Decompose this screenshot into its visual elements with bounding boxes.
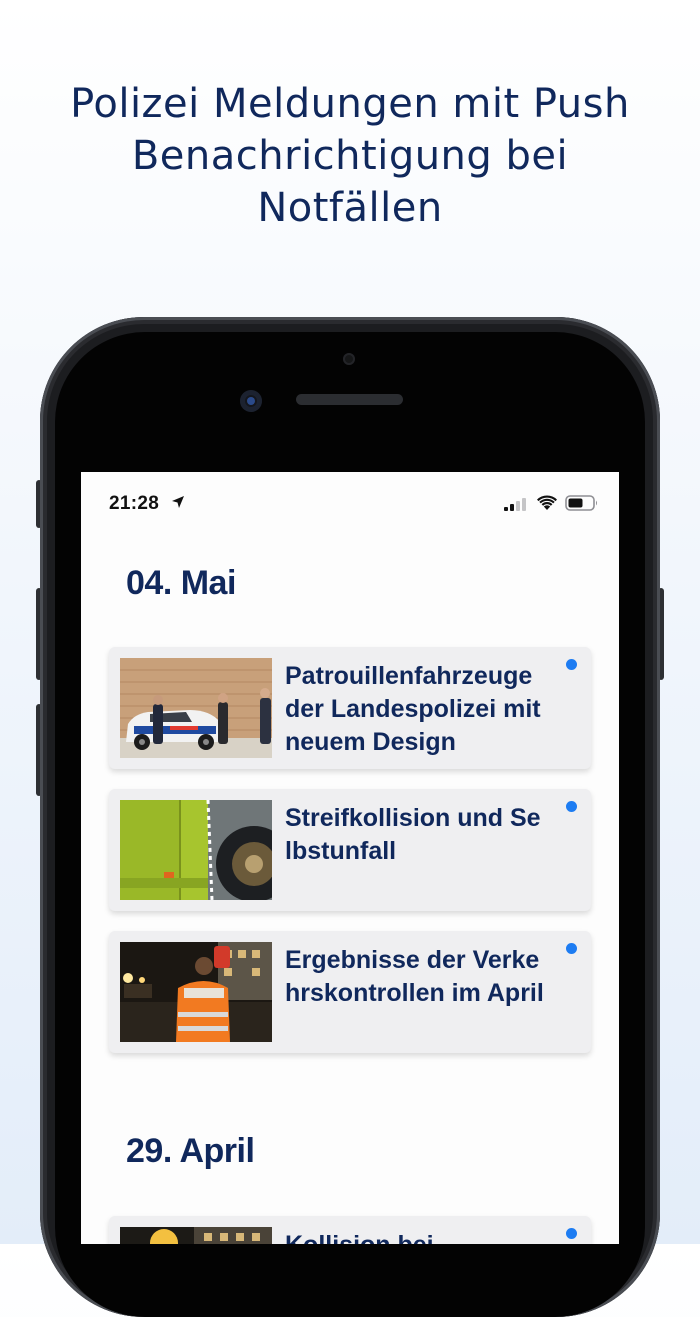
police-car-photo — [120, 658, 272, 758]
headline-line-1: Polizei Meldungen mit Push — [70, 81, 630, 127]
signal-icon — [504, 498, 526, 511]
front-camera — [240, 390, 262, 412]
status-time: 21:28 — [109, 493, 160, 514]
unread-indicator — [566, 801, 577, 812]
news-card[interactable]: Kollision bei — [109, 1216, 591, 1244]
proximity-sensor — [343, 353, 355, 365]
news-card[interactable]: Streifkollision und Selbstunfall — [109, 789, 591, 911]
news-card-title: Streifkollision und Selbstunfall — [285, 804, 541, 865]
unread-indicator — [566, 943, 577, 954]
app-screen: 21:28 04. Mai Patrouillenfahrzeuge der L… — [81, 472, 619, 1244]
news-card-title: Ergebnisse der Verkehrskontrollen im Apr… — [285, 946, 544, 1007]
unread-indicator — [566, 1228, 577, 1239]
earpiece-speaker — [296, 394, 403, 405]
bus-wheel-photo — [120, 800, 272, 900]
section-date-heading: 29. April — [126, 1132, 255, 1170]
location-arrow-icon — [172, 496, 184, 508]
battery-icon — [565, 495, 597, 511]
unread-indicator — [566, 659, 577, 670]
news-card[interactable]: Ergebnisse der Verkehrskontrollen im Apr… — [109, 931, 591, 1053]
traffic-control-photo — [120, 942, 272, 1042]
news-card-title: Patrouillenfahrzeuge der Landespolizei m… — [285, 662, 541, 756]
wifi-icon — [537, 495, 557, 510]
headline-line-2: Benachrichtigung bei — [131, 133, 569, 179]
night-street-photo — [120, 1227, 272, 1244]
status-bar: 21:28 — [81, 472, 619, 534]
news-card-title: Kollision bei — [285, 1229, 547, 1244]
section-date-heading: 04. Mai — [126, 564, 236, 602]
news-card[interactable]: Patrouillenfahrzeuge der Landespolizei m… — [109, 647, 591, 769]
headline-line-3: Notfällen — [257, 185, 443, 231]
headline: Polizei Meldungen mit Push Benachrichtig… — [0, 78, 700, 234]
